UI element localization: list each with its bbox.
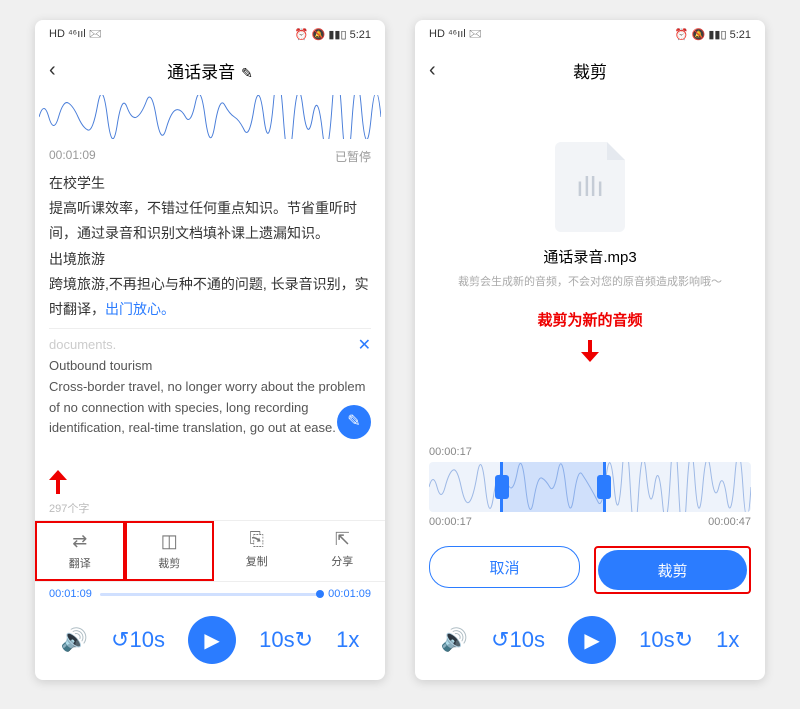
close-icon[interactable]: ✕ [358, 333, 371, 359]
cancel-button[interactable]: 取消 [429, 546, 580, 588]
player-controls: 🔊 ↺10s ▶ 10s↻ 1x [35, 606, 385, 680]
file-hint: 裁剪会生成新的音频，不会对您的原音频造成影响哦～ [458, 273, 722, 289]
word-count: 297个字 [35, 496, 385, 520]
screen-trim: HD ⁴⁶ııl 🖂 ⏰ 🔕 ▮▮▯ 5:21 ‹ 裁剪 ıllı 通话录音.m… [415, 20, 765, 680]
trim-confirm-button[interactable]: 裁剪 [598, 550, 747, 590]
status-bar: HD ⁴⁶ııl 🖂 ⏰ 🔕 ▮▮▯ 5:21 [415, 20, 765, 48]
volume-icon[interactable]: 🔊 [61, 627, 88, 653]
back-icon[interactable]: ‹ [429, 59, 436, 82]
header: ‹ 裁剪 [415, 48, 765, 92]
forward-icon[interactable]: 10s↻ [639, 627, 693, 653]
copy-button[interactable]: ⎘复制 [214, 521, 300, 581]
link[interactable]: 出门放心。 [105, 301, 175, 317]
seek-bar[interactable]: 00:01:0900:01:09 [35, 582, 385, 606]
play-button[interactable]: ▶ [568, 616, 616, 664]
button-row: 取消 裁剪 [415, 534, 765, 606]
speed-button[interactable]: 1x [716, 627, 739, 653]
waveform[interactable] [35, 92, 385, 142]
player-controls: 🔊 ↺10s ▶ 10s↻ 1x [415, 606, 765, 680]
file-icon: ıllı [555, 142, 625, 232]
page-title: 通话录音✎ [167, 58, 253, 83]
back-icon[interactable]: ‹ [49, 59, 56, 82]
forward-icon[interactable]: 10s↻ [259, 627, 313, 653]
play-button[interactable]: ▶ [188, 616, 236, 664]
translate-button[interactable]: ⇄翻译 [35, 521, 125, 581]
trim-selection[interactable] [500, 462, 606, 512]
header: ‹ 通话录音✎ [35, 48, 385, 92]
rewind-icon[interactable]: ↺10s [111, 627, 165, 653]
transcript: 在校学生 提高听课效率，不错过任何重点知识。节省重听时间，通过录音和识别文档填补… [35, 171, 385, 474]
rewind-icon[interactable]: ↺10s [491, 627, 545, 653]
action-bar: ⇄翻译 ◫裁剪 ⎘复制 ⇱分享 [35, 520, 385, 582]
translation-box: ✕ documents. Outbound tourism Cross-bord… [49, 328, 371, 439]
file-name: 通话录音.mp3 [543, 246, 636, 267]
time-row: 00:01:09已暂停 [35, 142, 385, 171]
annotation-text: 裁剪为新的音频 [537, 309, 642, 330]
edit-button[interactable]: ✎ [337, 405, 371, 439]
trim-waveform[interactable] [429, 462, 751, 512]
share-button[interactable]: ⇱分享 [300, 521, 386, 581]
edit-icon[interactable]: ✎ [241, 65, 253, 81]
annotation-arrow [49, 470, 67, 496]
status-bar: HD ⁴⁶ııl 🖂 ⏰ 🔕 ▮▮▯ 5:21 [35, 20, 385, 48]
screen-recording: HD ⁴⁶ııl 🖂 ⏰ 🔕 ▮▮▯ 5:21 ‹ 通话录音✎ 00:01:09… [35, 20, 385, 680]
page-title: 裁剪 [573, 58, 607, 83]
volume-icon[interactable]: 🔊 [441, 627, 468, 653]
annotation-arrow [581, 340, 599, 366]
trim-editor: 00:00:17 00:00:1700:00:47 [415, 432, 765, 534]
trim-button[interactable]: ◫裁剪 [125, 521, 215, 581]
speed-button[interactable]: 1x [336, 627, 359, 653]
